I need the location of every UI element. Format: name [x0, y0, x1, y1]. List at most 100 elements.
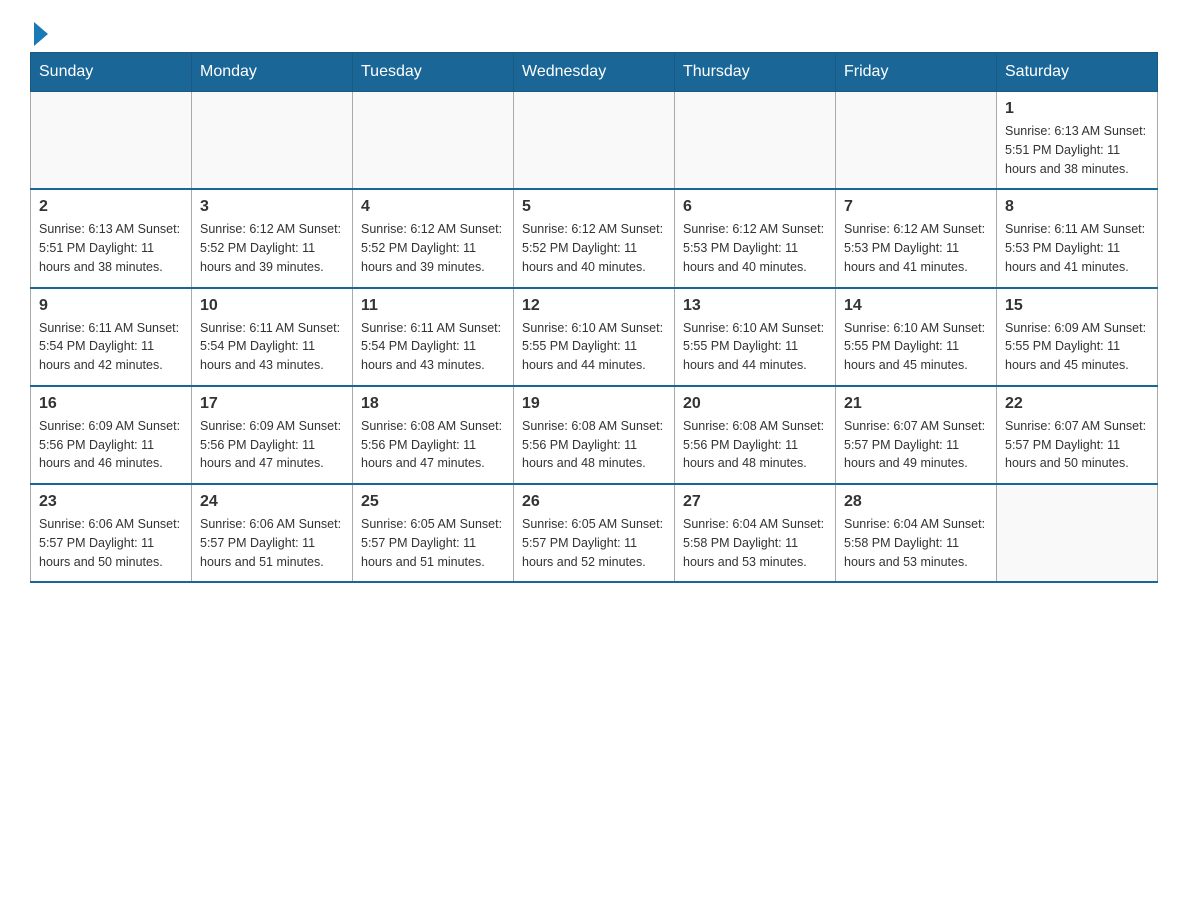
day-info: Sunrise: 6:12 AM Sunset: 5:53 PM Dayligh…	[683, 220, 827, 276]
day-info: Sunrise: 6:12 AM Sunset: 5:52 PM Dayligh…	[361, 220, 505, 276]
day-number: 28	[844, 493, 988, 511]
calendar-day-cell	[836, 92, 997, 190]
day-number: 18	[361, 395, 505, 413]
calendar-day-cell: 16 Sunrise: 6:09 AM Sunset: 5:56 PM Dayli…	[31, 386, 192, 484]
calendar-day-cell: 4 Sunrise: 6:12 AM Sunset: 5:52 PM Daylig…	[353, 189, 514, 287]
day-number: 20	[683, 395, 827, 413]
day-number: 11	[361, 297, 505, 315]
day-info: Sunrise: 6:09 AM Sunset: 5:56 PM Dayligh…	[39, 417, 183, 473]
calendar-day-cell: 28 Sunrise: 6:04 AM Sunset: 5:58 PM Dayli…	[836, 484, 997, 582]
calendar-week-row: 2 Sunrise: 6:13 AM Sunset: 5:51 PM Daylig…	[31, 189, 1158, 287]
calendar-day-cell: 12Sunrise: 6:10 AM Sunset: 5:55 PM Dayli…	[514, 288, 675, 386]
calendar-day-cell: 11 Sunrise: 6:11 AM Sunset: 5:54 PM Dayli…	[353, 288, 514, 386]
day-number: 27	[683, 493, 827, 511]
calendar-day-cell: 19 Sunrise: 6:08 AM Sunset: 5:56 PM Dayli…	[514, 386, 675, 484]
day-info: Sunrise: 6:13 AM Sunset: 5:51 PM Dayligh…	[39, 220, 183, 276]
day-info: Sunrise: 6:12 AM Sunset: 5:53 PM Dayligh…	[844, 220, 988, 276]
day-info: Sunrise: 6:11 AM Sunset: 5:53 PM Dayligh…	[1005, 220, 1149, 276]
calendar-day-cell: 15 Sunrise: 6:09 AM Sunset: 5:55 PM Dayli…	[997, 288, 1158, 386]
day-number: 3	[200, 198, 344, 216]
calendar-day-cell: 21 Sunrise: 6:07 AM Sunset: 5:57 PM Dayli…	[836, 386, 997, 484]
calendar-day-cell: 1 Sunrise: 6:13 AM Sunset: 5:51 PM Daylig…	[997, 92, 1158, 190]
calendar-day-cell: 26Sunrise: 6:05 AM Sunset: 5:57 PM Dayli…	[514, 484, 675, 582]
calendar-day-cell: 2 Sunrise: 6:13 AM Sunset: 5:51 PM Daylig…	[31, 189, 192, 287]
day-info: Sunrise: 6:04 AM Sunset: 5:58 PM Dayligh…	[844, 515, 988, 571]
calendar-day-cell: 9 Sunrise: 6:11 AM Sunset: 5:54 PM Daylig…	[31, 288, 192, 386]
day-of-week-header: Wednesday	[514, 53, 675, 92]
day-info: Sunrise: 6:13 AM Sunset: 5:51 PM Dayligh…	[1005, 122, 1149, 178]
calendar-day-cell	[997, 484, 1158, 582]
day-number: 9	[39, 297, 183, 315]
day-number: 21	[844, 395, 988, 413]
day-info: Sunrise: 6:08 AM Sunset: 5:56 PM Dayligh…	[361, 417, 505, 473]
day-number: 8	[1005, 198, 1149, 216]
calendar-day-cell: 7 Sunrise: 6:12 AM Sunset: 5:53 PM Daylig…	[836, 189, 997, 287]
day-of-week-header: Saturday	[997, 53, 1158, 92]
day-of-week-header: Friday	[836, 53, 997, 92]
day-number: 16	[39, 395, 183, 413]
day-of-week-header: Thursday	[675, 53, 836, 92]
day-info: Sunrise: 6:07 AM Sunset: 5:57 PM Dayligh…	[1005, 417, 1149, 473]
day-info: Sunrise: 6:06 AM Sunset: 5:57 PM Dayligh…	[39, 515, 183, 571]
calendar-day-cell: 17 Sunrise: 6:09 AM Sunset: 5:56 PM Dayli…	[192, 386, 353, 484]
logo-arrow-icon	[34, 22, 48, 46]
calendar-day-cell	[353, 92, 514, 190]
calendar-header-row: SundayMondayTuesdayWednesdayThursdayFrid…	[31, 53, 1158, 92]
calendar-day-cell: 23Sunrise: 6:06 AM Sunset: 5:57 PM Dayli…	[31, 484, 192, 582]
calendar-day-cell: 8 Sunrise: 6:11 AM Sunset: 5:53 PM Daylig…	[997, 189, 1158, 287]
calendar-day-cell: 18 Sunrise: 6:08 AM Sunset: 5:56 PM Dayli…	[353, 386, 514, 484]
calendar-day-cell	[31, 92, 192, 190]
calendar-day-cell: 3 Sunrise: 6:12 AM Sunset: 5:52 PM Daylig…	[192, 189, 353, 287]
day-info: Sunrise: 6:12 AM Sunset: 5:52 PM Dayligh…	[200, 220, 344, 276]
day-of-week-header: Monday	[192, 53, 353, 92]
calendar-week-row: 23Sunrise: 6:06 AM Sunset: 5:57 PM Dayli…	[31, 484, 1158, 582]
calendar-day-cell: 10Sunrise: 6:11 AM Sunset: 5:54 PM Dayli…	[192, 288, 353, 386]
page-header	[30, 20, 1158, 42]
day-info: Sunrise: 6:11 AM Sunset: 5:54 PM Dayligh…	[361, 319, 505, 375]
day-info: Sunrise: 6:08 AM Sunset: 5:56 PM Dayligh…	[683, 417, 827, 473]
day-number: 7	[844, 198, 988, 216]
day-info: Sunrise: 6:08 AM Sunset: 5:56 PM Dayligh…	[522, 417, 666, 473]
day-number: 10	[200, 297, 344, 315]
day-info: Sunrise: 6:05 AM Sunset: 5:57 PM Dayligh…	[522, 515, 666, 571]
calendar-day-cell: 25Sunrise: 6:05 AM Sunset: 5:57 PM Dayli…	[353, 484, 514, 582]
calendar-week-row: 9 Sunrise: 6:11 AM Sunset: 5:54 PM Daylig…	[31, 288, 1158, 386]
day-number: 4	[361, 198, 505, 216]
logo	[30, 20, 48, 42]
calendar-day-cell: 24 Sunrise: 6:06 AM Sunset: 5:57 PM Dayli…	[192, 484, 353, 582]
day-info: Sunrise: 6:10 AM Sunset: 5:55 PM Dayligh…	[844, 319, 988, 375]
day-number: 14	[844, 297, 988, 315]
calendar-day-cell: 27 Sunrise: 6:04 AM Sunset: 5:58 PM Dayli…	[675, 484, 836, 582]
day-number: 6	[683, 198, 827, 216]
day-number: 5	[522, 198, 666, 216]
calendar-day-cell: 5 Sunrise: 6:12 AM Sunset: 5:52 PM Daylig…	[514, 189, 675, 287]
calendar-day-cell: 6 Sunrise: 6:12 AM Sunset: 5:53 PM Daylig…	[675, 189, 836, 287]
day-info: Sunrise: 6:12 AM Sunset: 5:52 PM Dayligh…	[522, 220, 666, 276]
day-number: 15	[1005, 297, 1149, 315]
day-number: 17	[200, 395, 344, 413]
day-info: Sunrise: 6:04 AM Sunset: 5:58 PM Dayligh…	[683, 515, 827, 571]
day-number: 1	[1005, 100, 1149, 118]
day-number: 2	[39, 198, 183, 216]
day-number: 24	[200, 493, 344, 511]
day-info: Sunrise: 6:11 AM Sunset: 5:54 PM Dayligh…	[39, 319, 183, 375]
day-number: 22	[1005, 395, 1149, 413]
calendar-day-cell	[675, 92, 836, 190]
day-info: Sunrise: 6:07 AM Sunset: 5:57 PM Dayligh…	[844, 417, 988, 473]
day-of-week-header: Sunday	[31, 53, 192, 92]
day-info: Sunrise: 6:09 AM Sunset: 5:56 PM Dayligh…	[200, 417, 344, 473]
day-number: 12	[522, 297, 666, 315]
day-info: Sunrise: 6:06 AM Sunset: 5:57 PM Dayligh…	[200, 515, 344, 571]
calendar-day-cell	[192, 92, 353, 190]
day-info: Sunrise: 6:10 AM Sunset: 5:55 PM Dayligh…	[683, 319, 827, 375]
calendar-day-cell	[514, 92, 675, 190]
day-of-week-header: Tuesday	[353, 53, 514, 92]
calendar-day-cell: 20 Sunrise: 6:08 AM Sunset: 5:56 PM Dayli…	[675, 386, 836, 484]
calendar-day-cell: 13 Sunrise: 6:10 AM Sunset: 5:55 PM Dayli…	[675, 288, 836, 386]
calendar-day-cell: 14 Sunrise: 6:10 AM Sunset: 5:55 PM Dayli…	[836, 288, 997, 386]
day-info: Sunrise: 6:09 AM Sunset: 5:55 PM Dayligh…	[1005, 319, 1149, 375]
day-number: 13	[683, 297, 827, 315]
day-number: 25	[361, 493, 505, 511]
day-number: 19	[522, 395, 666, 413]
calendar-day-cell: 22 Sunrise: 6:07 AM Sunset: 5:57 PM Dayli…	[997, 386, 1158, 484]
